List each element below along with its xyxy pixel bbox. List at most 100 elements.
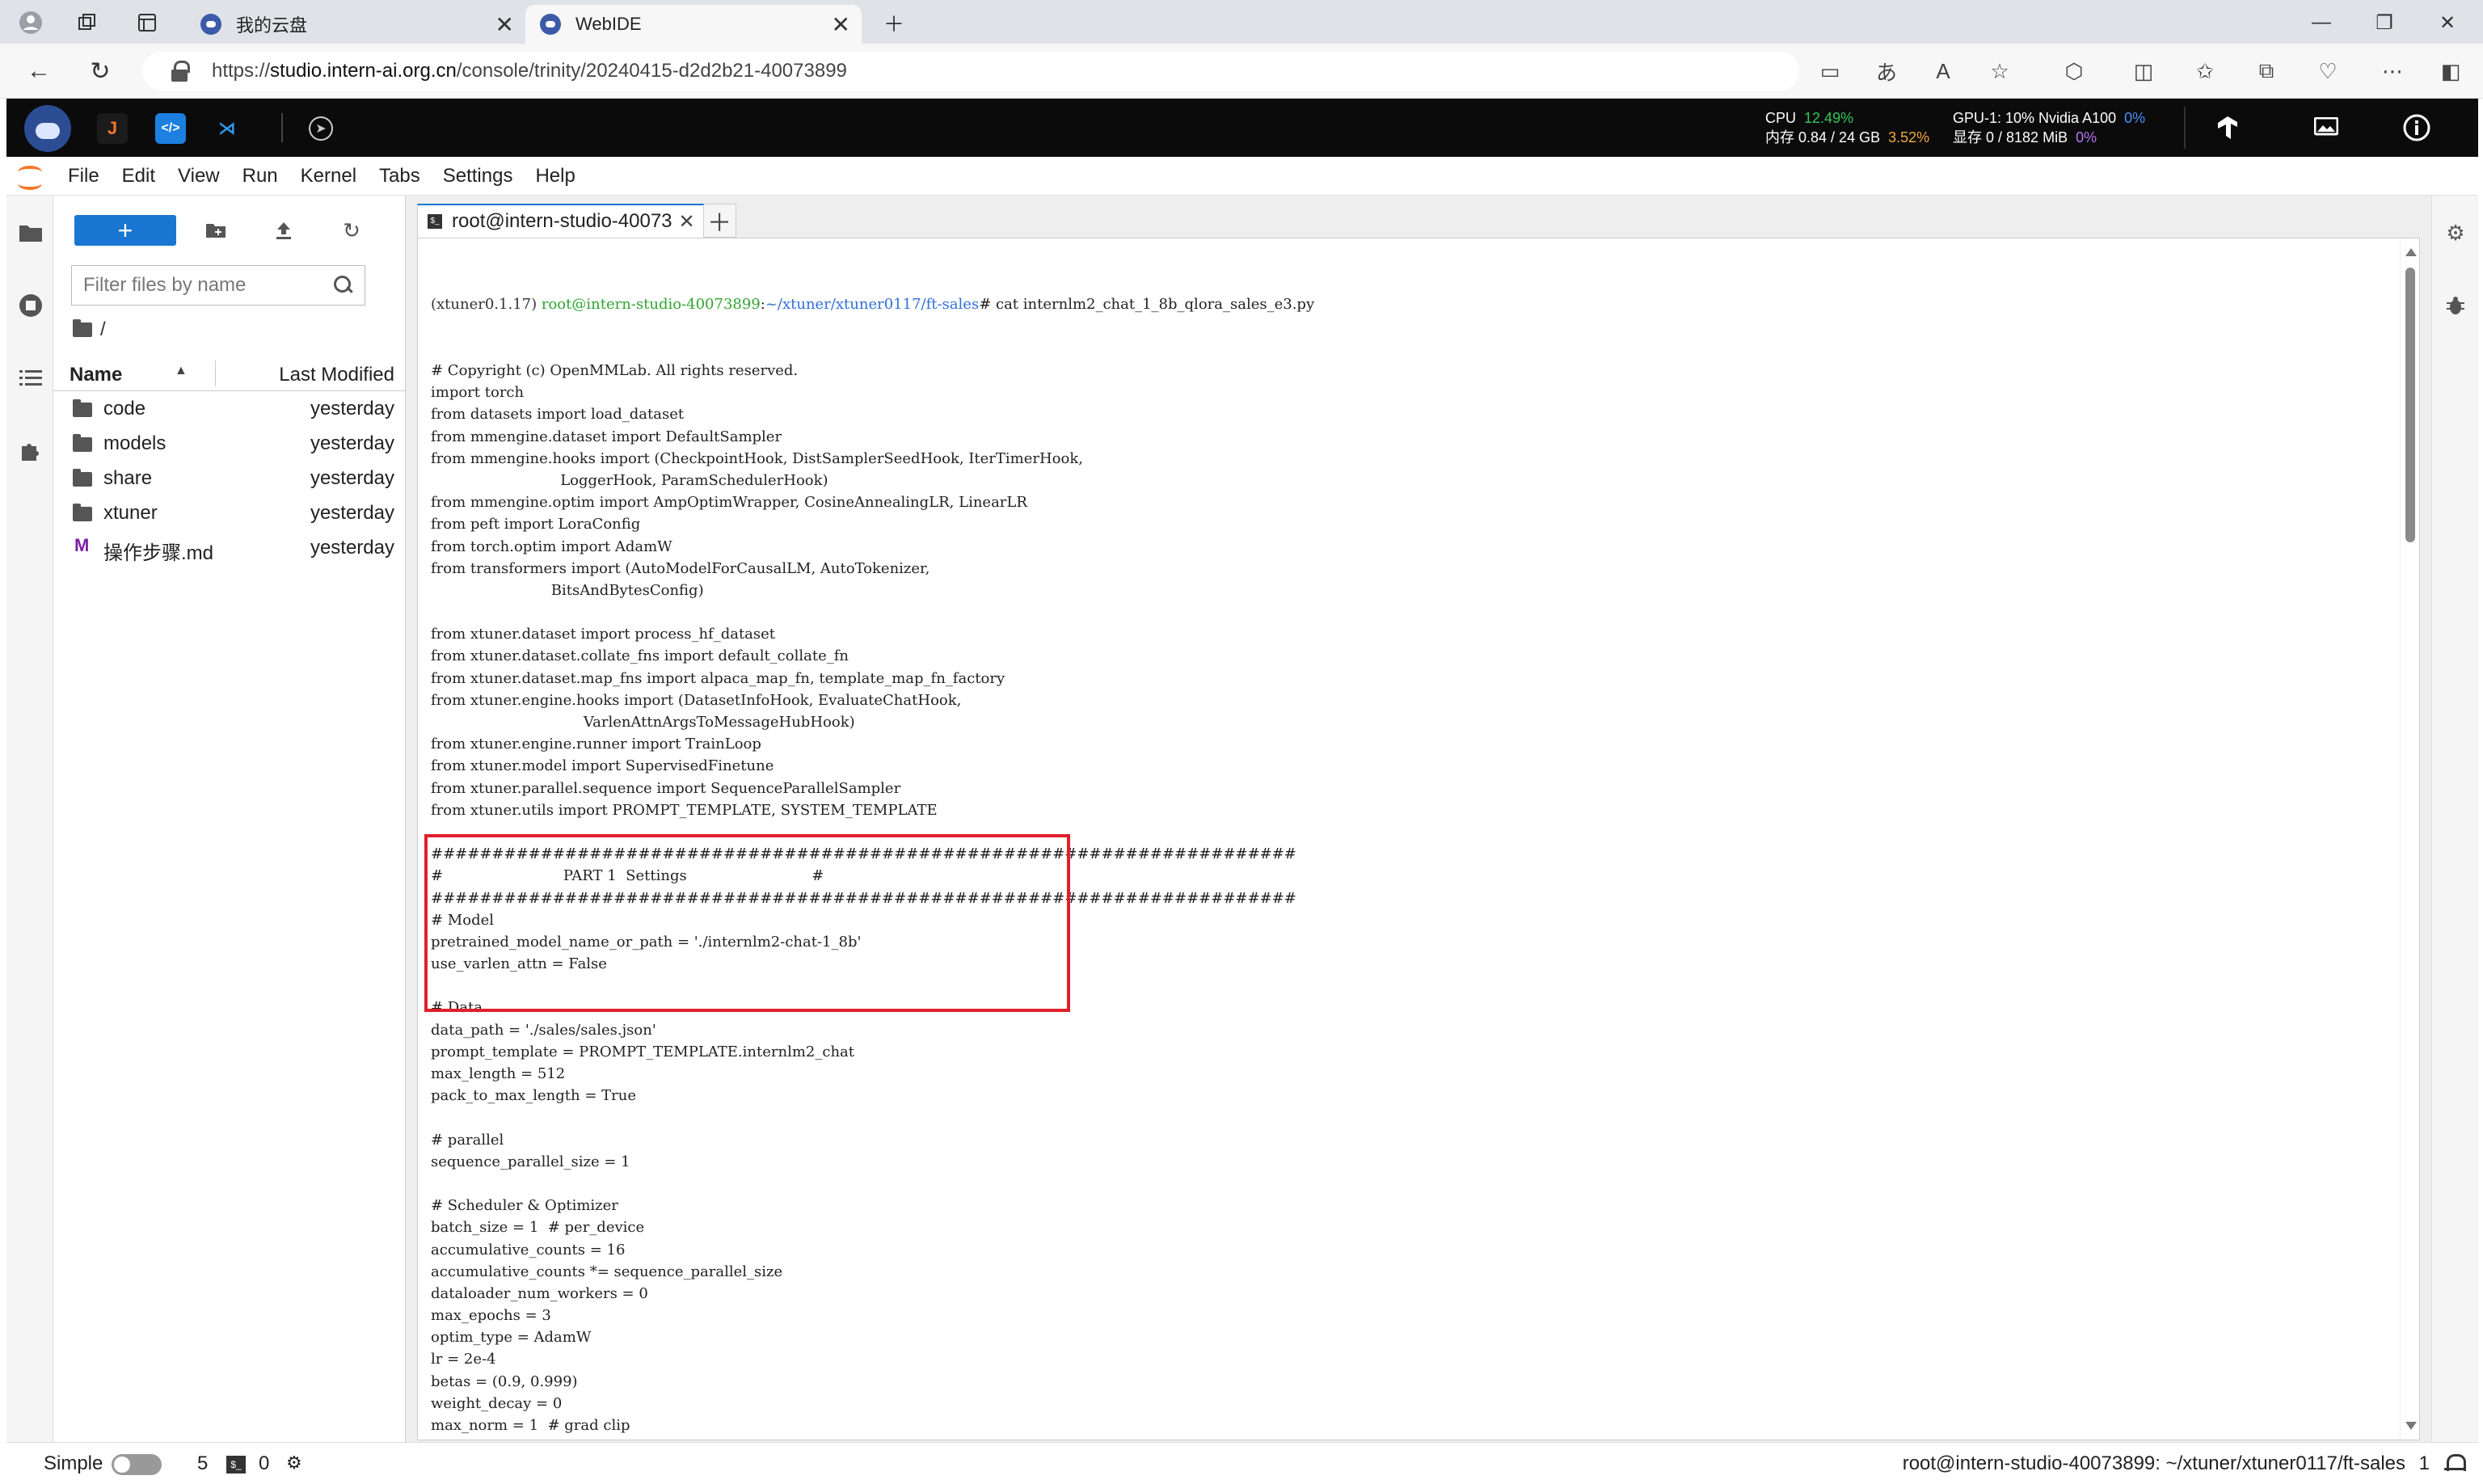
new-tab-icon[interactable]: ＋ (878, 6, 910, 39)
table-of-contents-icon[interactable] (18, 365, 44, 391)
terminal-location: root@intern-studio-40073899: ~/xtuner/xt… (1902, 1452, 2405, 1474)
compass-icon[interactable]: ➤ (309, 116, 333, 141)
terminal-line: from xtuner.engine.hooks import (Dataset… (431, 691, 962, 709)
window-close-icon[interactable]: ✕ (2423, 6, 2472, 39)
terminal-line: from xtuner.engine.runner import TrainLo… (431, 736, 761, 753)
breadcrumb[interactable]: / (73, 318, 106, 341)
column-divider[interactable] (215, 360, 216, 386)
terminal-line: max_norm = 1 # grad clip (431, 1417, 630, 1434)
file-row[interactable]: M 操作步骤.md yesterday (53, 530, 406, 564)
minimize-icon[interactable]: — (2297, 6, 2346, 39)
new-launcher-button[interactable]: + (74, 215, 176, 246)
terminal-line: from xtuner.dataset import process_hf_da… (431, 626, 776, 643)
restore-icon[interactable]: ❐ (2360, 6, 2409, 39)
intern-robot-logo[interactable] (24, 105, 71, 152)
toolbar-divider (281, 113, 283, 142)
close-icon[interactable]: ✕ (679, 210, 695, 234)
markdown-icon: M (74, 535, 90, 555)
profile-icon[interactable] (15, 6, 47, 39)
column-modified-header[interactable]: Last Modified (279, 364, 394, 386)
collections-icon[interactable]: ⧉ (2250, 55, 2283, 87)
file-name: code (103, 398, 146, 419)
translate-icon[interactable]: あ (1870, 55, 1903, 87)
column-name-header[interactable]: Name (70, 364, 122, 386)
image-monitor-icon[interactable] (2310, 112, 2342, 144)
new-folder-icon[interactable] (200, 215, 231, 246)
bell-icon[interactable] (2444, 1452, 2466, 1475)
running-sessions-icon[interactable] (18, 293, 44, 318)
terminal-count[interactable]: 0 (259, 1452, 269, 1475)
terminal-scrollbar[interactable] (2400, 238, 2419, 1440)
monitor-divider (2184, 107, 2186, 149)
close-icon[interactable]: ✕ (832, 11, 850, 38)
extensions-icon[interactable]: ⬡ (2058, 55, 2090, 87)
favorites-icon[interactable]: ✩ (2189, 55, 2221, 87)
terminal-line: from mmengine.hooks import (CheckpointHo… (431, 449, 1083, 467)
add-tab-button[interactable]: ＋ (703, 204, 736, 238)
back-icon[interactable]: ← (23, 55, 55, 87)
browser-tab-cloud[interactable]: 我的云盘 ✕ (186, 5, 525, 44)
read-aloud-icon[interactable]: A (1927, 55, 1959, 87)
tensorflow-icon[interactable] (2211, 112, 2244, 144)
kernel-status-icon[interactable]: ⚙ (286, 1452, 302, 1473)
scroll-down-icon[interactable] (2405, 1422, 2417, 1430)
menu-help[interactable]: Help (524, 165, 586, 188)
upload-icon[interactable] (268, 215, 299, 246)
scroll-thumb[interactable] (2405, 268, 2415, 542)
address-bar: ← ↻ https://studio.intern-ai.org.cn/cons… (0, 44, 2483, 99)
filter-files-input[interactable]: Filter files by name (71, 265, 365, 306)
file-row[interactable]: code yesterday (53, 391, 406, 425)
jupyter-logo-icon (16, 162, 44, 190)
menu-edit[interactable]: Edit (111, 165, 167, 188)
folder-icon (73, 399, 92, 417)
menu-kernel[interactable]: Kernel (289, 165, 368, 188)
favorite-star-icon[interactable]: ☆ (1983, 55, 2016, 87)
terminal-line: from mmengine.optim import AmpOptimWrapp… (431, 494, 1027, 512)
kernel-count[interactable]: 5 (197, 1452, 208, 1475)
terminal-tab-title: root@intern-studio-40073 (452, 210, 672, 232)
file-row[interactable]: models yesterday (53, 426, 406, 460)
terminal-tab[interactable]: $_ root@intern-studio-40073 ✕ (417, 204, 704, 238)
menu-tabs[interactable]: Tabs (368, 165, 432, 188)
info-icon[interactable] (2401, 112, 2433, 144)
terminal-line: pack_to_max_length = True (431, 1087, 636, 1105)
browser-essentials-icon[interactable]: ♡ (2312, 55, 2344, 87)
extension-manager-icon[interactable] (18, 438, 44, 464)
more-options-icon[interactable]: ⋯ (2376, 55, 2409, 87)
terminal-line: BitsAndBytesConfig) (431, 581, 704, 599)
refresh-files-icon[interactable]: ↻ (336, 215, 367, 246)
browser-tab-webide[interactable]: WebIDE ✕ (525, 5, 862, 44)
file-row[interactable]: xtuner yesterday (53, 495, 406, 529)
menu-run[interactable]: Run (231, 165, 289, 188)
file-browser-icon[interactable] (18, 220, 44, 246)
close-icon[interactable]: ✕ (495, 11, 514, 38)
file-name: models (103, 432, 167, 454)
terminal-icon: $_ (226, 1456, 246, 1473)
code-editor-icon[interactable]: </> (155, 113, 186, 144)
cloud-favicon-icon (200, 14, 221, 35)
terminal-line: optim_type = AdamW (431, 1329, 592, 1347)
vscode-icon[interactable]: ⋊ (212, 113, 242, 144)
refresh-icon[interactable]: ↻ (84, 55, 116, 87)
simple-mode-toggle[interactable] (112, 1454, 162, 1475)
workspaces-icon[interactable] (71, 6, 103, 39)
menu-settings[interactable]: Settings (432, 165, 525, 188)
sidebar-toggle-icon[interactable]: ◧ (2435, 55, 2467, 87)
terminal-line: from mmengine.dataset import DefaultSamp… (431, 428, 782, 445)
url-field[interactable]: https://studio.intern-ai.org.cn/console/… (142, 52, 1799, 91)
terminal-line: warmup_ratio = 0.03 (431, 1436, 1314, 1440)
property-inspector-icon[interactable]: ⚙ (2443, 220, 2468, 246)
tab-actions-icon[interactable] (131, 6, 163, 39)
menu-file[interactable]: File (57, 165, 111, 188)
browser-tab-strip: 我的云盘 ✕ WebIDE ✕ ＋ — ❐ ✕ (0, 0, 2483, 44)
file-row[interactable]: share yesterday (53, 461, 406, 495)
scroll-up-icon[interactable] (2405, 248, 2417, 256)
jupyter-launcher-icon[interactable]: J (97, 113, 128, 144)
debugger-icon[interactable] (2443, 293, 2468, 318)
file-modified: yesterday (310, 467, 394, 489)
terminal-panel[interactable]: (xtuner0.1.17) root@intern-studio-400738… (417, 238, 2420, 1440)
menu-view[interactable]: View (167, 165, 231, 188)
split-screen-icon[interactable]: ◫ (2127, 55, 2160, 87)
reading-view-icon[interactable]: ▭ (1814, 55, 1846, 87)
